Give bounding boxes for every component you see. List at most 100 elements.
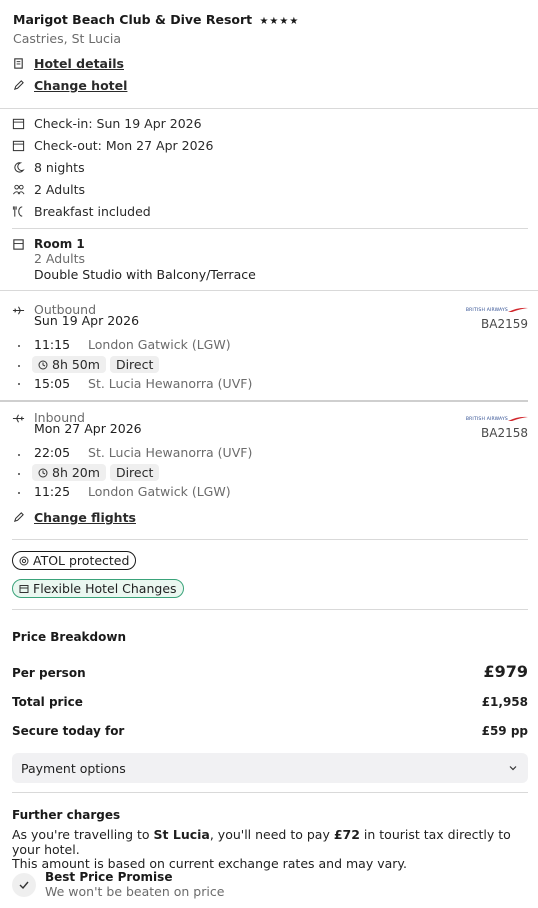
calendar-icon (12, 118, 25, 130)
per-person-row: Per person £979 (12, 662, 528, 681)
divider (12, 539, 528, 540)
cutlery-icon (12, 206, 23, 217)
airline-speedmarque-icon (508, 307, 528, 312)
secure-value: £59 pp (481, 724, 528, 738)
british-airways-logo: BRITISH AIRWAYS (466, 306, 528, 314)
british-airways-logo: BRITISH AIRWAYS (466, 415, 528, 423)
outbound-arr-airport: St. Lucia Hewanorra (UVF) (88, 376, 253, 391)
tax-disclaimer: This amount is based on current exchange… (12, 856, 407, 871)
nights-text: 8 nights (34, 160, 85, 175)
outbound-arr-time: 15:05 (34, 376, 71, 391)
outbound-date: Sun 19 Apr 2026 (34, 313, 140, 328)
atol-badge: ATOL protected (12, 551, 137, 570)
timeline-dot (18, 365, 20, 367)
inbound-arrival: 11:25 London Gatwick (LGW) (34, 484, 231, 499)
checkmark-icon (19, 881, 29, 890)
inbound-arr-time: 11:25 (34, 484, 71, 499)
outbound-airline: BRITISH AIRWAYS BA2159 (466, 306, 528, 331)
outbound-dep-time: 11:15 (34, 337, 71, 352)
outbound-departure: 11:15 London Gatwick (LGW) (34, 337, 231, 352)
change-flights-link[interactable]: Change flights (12, 510, 136, 525)
promise-icon-circle (12, 873, 36, 897)
per-person-label: Per person (12, 666, 86, 680)
per-person-value: £979 (483, 662, 528, 681)
flexible-changes-badge: Flexible Hotel Changes (12, 579, 184, 598)
room-guests: 2 Adults (34, 251, 86, 266)
payment-options-dropdown[interactable]: Payment options (12, 753, 528, 783)
hotel-name-row: Marigot Beach Club & Dive Resort ★★★★ (13, 12, 299, 27)
divider (0, 400, 528, 402)
divider (0, 290, 538, 291)
timeline-dot (18, 345, 20, 347)
price-heading: Price Breakdown (12, 630, 126, 644)
pencil-icon (13, 80, 24, 91)
plane-arrive-icon (12, 414, 25, 423)
inbound-duration-pill: 8h 20m (32, 464, 106, 481)
chevron-down-icon (509, 766, 517, 771)
total-price-row: Total price £1,958 (12, 695, 528, 709)
atol-icon (19, 556, 29, 565)
tax-text-part: , you'll need to pay (209, 827, 334, 842)
room-type: Double Studio with Balcony/Terrace (34, 267, 256, 282)
checkin-row: Check-in: Sun 19 Apr 2026 (12, 116, 202, 131)
moon-icon (14, 162, 25, 173)
outbound-dep-airport: London Gatwick (LGW) (88, 337, 231, 352)
hotel-details-label[interactable]: Hotel details (34, 56, 124, 71)
change-hotel-link[interactable]: Change hotel (12, 78, 127, 93)
secure-label: Secure today for (12, 724, 125, 738)
hotel-details-link[interactable]: Hotel details (12, 56, 124, 71)
clock-icon (38, 360, 48, 369)
atol-text: ATOL protected (33, 553, 130, 568)
change-hotel-label[interactable]: Change hotel (34, 78, 127, 93)
secure-row: Secure today for £59 pp (12, 724, 528, 738)
room-title: Room 1 (34, 237, 85, 251)
board-text: Breakfast included (34, 204, 151, 219)
inbound-airline: BRITISH AIRWAYS BA2158 (466, 415, 528, 440)
checkout-row: Check-out: Mon 27 Apr 2026 (12, 138, 213, 153)
timeline-dot (18, 492, 20, 494)
checkin-text: Check-in: Sun 19 Apr 2026 (34, 116, 202, 131)
total-price-label: Total price (12, 695, 83, 709)
tax-text-part: As you're travelling to (12, 827, 154, 842)
airline-logo-text: BRITISH AIRWAYS (465, 307, 508, 313)
tax-amount: £72 (333, 827, 360, 842)
timeline-dot (18, 473, 20, 475)
guests-text: 2 Adults (34, 182, 86, 197)
change-flights-label[interactable]: Change flights (34, 510, 136, 525)
divider (12, 228, 528, 229)
hotel-stars: ★★★★ (259, 16, 300, 27)
inbound-meta: 8h 20m Direct (32, 464, 160, 481)
tax-destination: St Lucia (153, 827, 210, 842)
payment-options-label: Payment options (21, 760, 126, 776)
people-icon (13, 184, 25, 195)
outbound-duration: 8h 50m (52, 357, 100, 372)
further-charges-heading: Further charges (12, 808, 121, 822)
flexible-changes-text: Flexible Hotel Changes (33, 581, 177, 596)
hotel-calendar-icon (19, 584, 29, 593)
promise-title: Best Price Promise (45, 870, 173, 884)
total-price-value: £1,958 (481, 695, 528, 709)
checkout-text: Check-out: Mon 27 Apr 2026 (34, 138, 214, 153)
airline-logo-text: BRITISH AIRWAYS (465, 416, 508, 422)
tourist-tax-text: As you're travelling to St Lucia, you'll… (12, 827, 532, 872)
guests-row: 2 Adults (12, 182, 85, 197)
divider (12, 792, 528, 793)
clock-icon (38, 468, 48, 477)
outbound-stops: Direct (109, 356, 160, 373)
hotel-location: Castries, St Lucia (13, 31, 122, 46)
nights-row: 8 nights (12, 160, 85, 175)
inbound-duration: 8h 20m (52, 465, 100, 480)
pencil-icon (13, 512, 24, 523)
plane-depart-icon (12, 306, 25, 315)
promise-subtitle: We won't be beaten on price (45, 884, 225, 899)
divider (0, 108, 538, 109)
hotel-name: Marigot Beach Club & Dive Resort (13, 12, 253, 27)
timeline-dot (18, 383, 20, 385)
inbound-flight-code: BA2158 (481, 426, 528, 440)
inbound-dep-time: 22:05 (34, 445, 71, 460)
bed-icon (13, 239, 24, 250)
board-row: Breakfast included (12, 204, 151, 219)
document-icon (14, 58, 23, 69)
inbound-departure: 22:05 St. Lucia Hewanorra (UVF) (34, 445, 252, 460)
inbound-stops: Direct (109, 464, 160, 481)
